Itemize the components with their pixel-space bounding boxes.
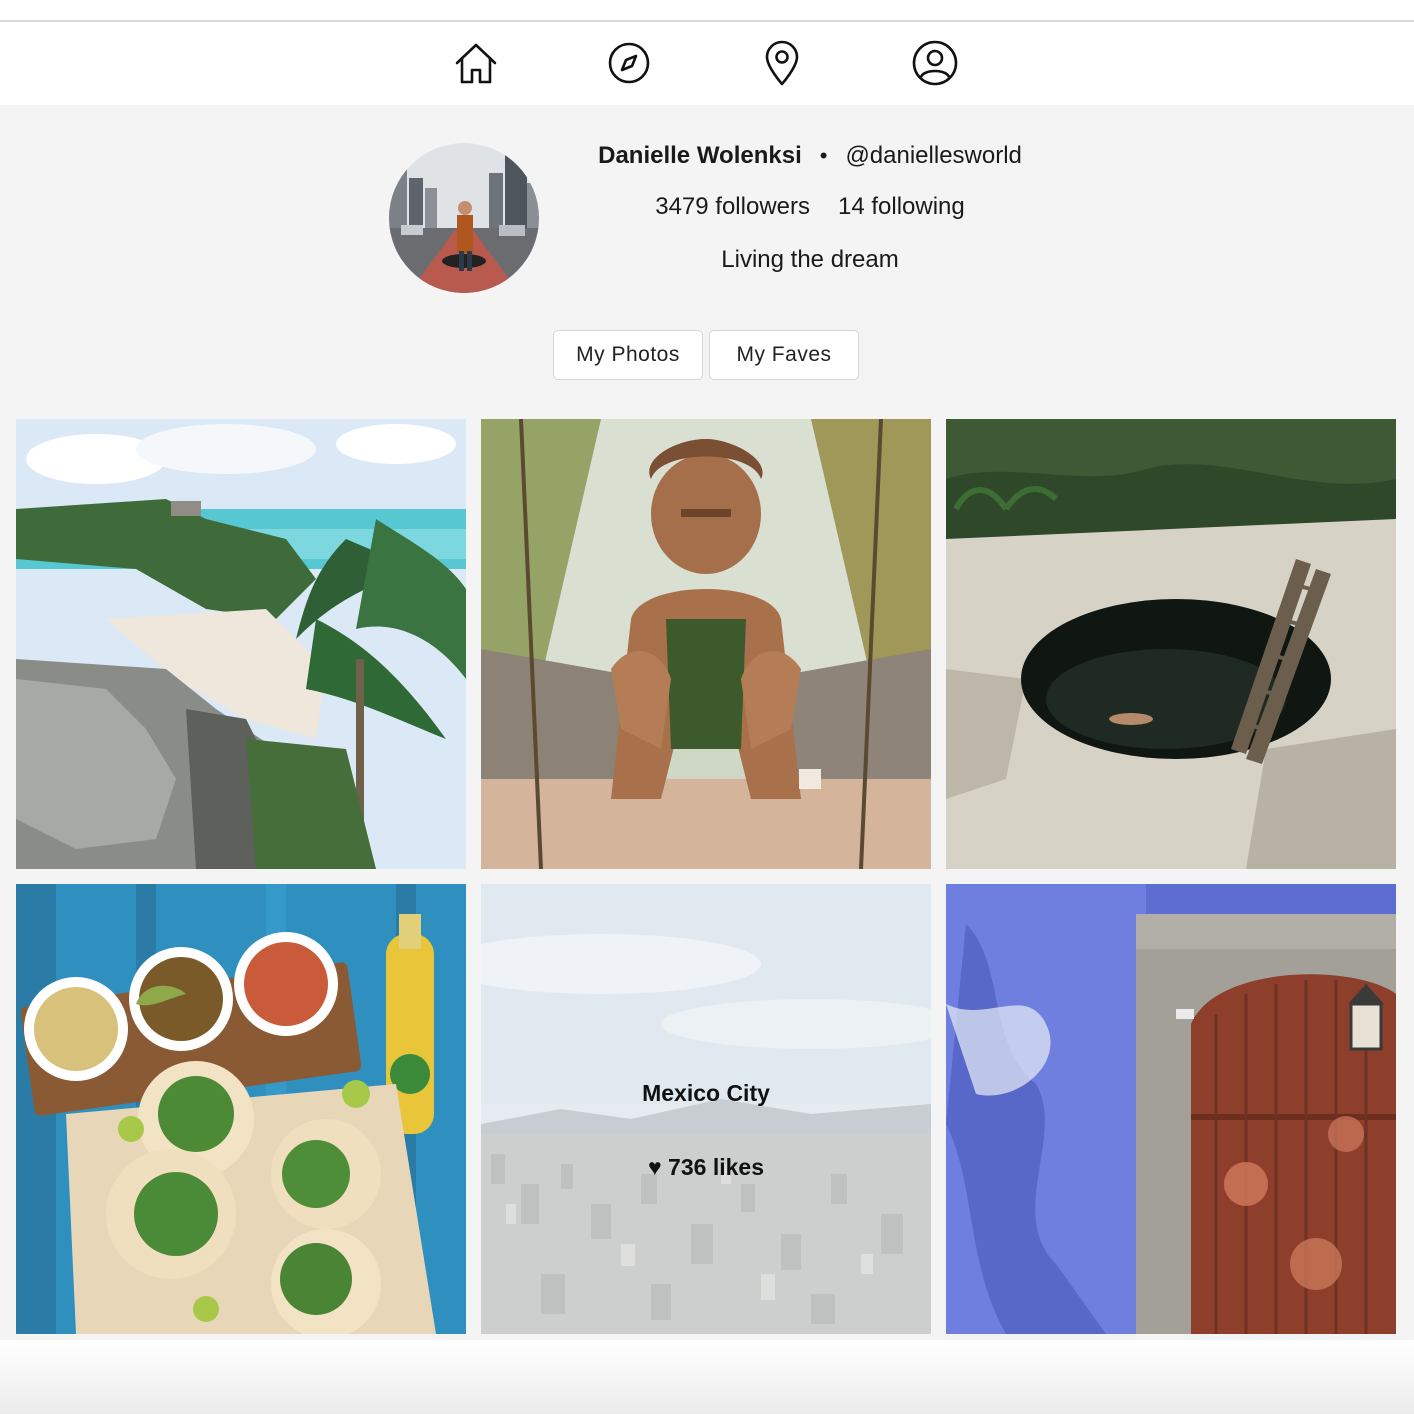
- user-icon[interactable]: [909, 37, 961, 89]
- avatar: [389, 143, 539, 293]
- photo-tile[interactable]: [16, 419, 466, 869]
- photo-tile-hovered[interactable]: Mexico City ♥ 736 likes: [481, 884, 931, 1334]
- profile-bio: Living the dream: [721, 246, 899, 273]
- profile-stats: 3479 followers 14 following: [560, 193, 1060, 227]
- photo-location: Mexico City: [642, 1080, 770, 1106]
- following-count[interactable]: 14 following: [838, 193, 965, 220]
- compass-icon[interactable]: [603, 37, 655, 89]
- photo-tile[interactable]: [481, 419, 931, 869]
- photo-tile[interactable]: [946, 419, 1396, 869]
- followers-count[interactable]: 3479 followers: [655, 193, 810, 220]
- profile-name: Danielle Wolenksi: [598, 142, 802, 169]
- top-navigation: [0, 22, 1414, 105]
- photo-likes[interactable]: ♥ 736 likes: [481, 1154, 931, 1181]
- profile-header: Danielle Wolenksi • @daniellesworld: [560, 142, 1060, 176]
- top-border: [0, 0, 1414, 22]
- photo-tile[interactable]: [16, 884, 466, 1334]
- app-window: Danielle Wolenksi • @daniellesworld 3479 f…: [0, 0, 1414, 1414]
- bottom-area: [0, 1340, 1414, 1414]
- my-faves-button[interactable]: My Faves: [709, 330, 859, 380]
- separator-dot: •: [819, 143, 828, 168]
- profile-handle: @daniellesworld: [845, 142, 1022, 169]
- photo-tile[interactable]: [946, 884, 1396, 1334]
- home-icon[interactable]: [450, 37, 502, 89]
- map-pin-icon[interactable]: [756, 37, 808, 89]
- hover-overlay: [481, 884, 931, 1334]
- my-photos-button[interactable]: My Photos: [553, 330, 703, 380]
